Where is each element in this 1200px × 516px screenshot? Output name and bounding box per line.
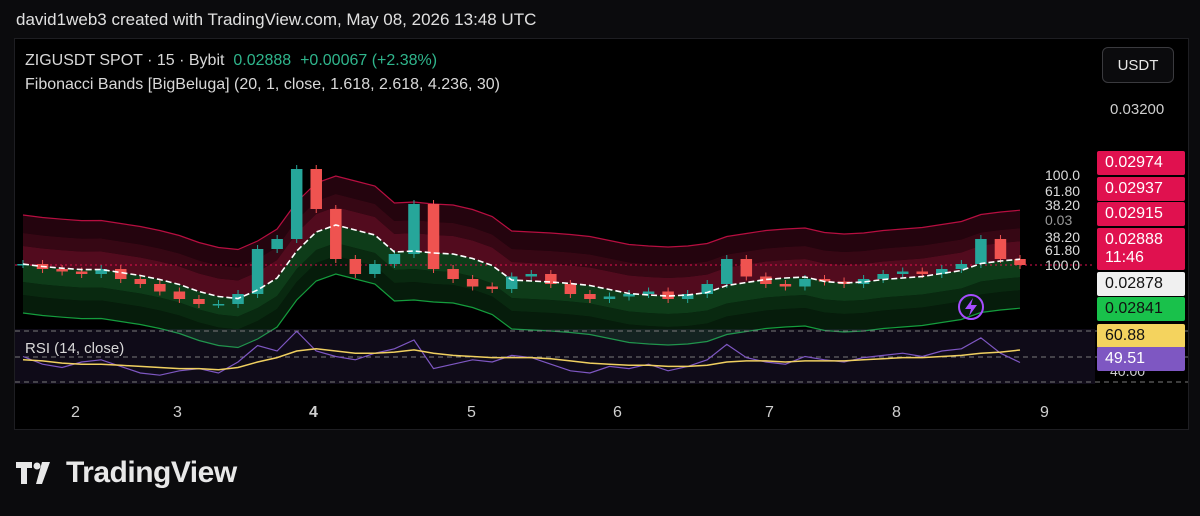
candle-body (56, 269, 68, 272)
candle-body (349, 259, 362, 274)
candle-body (75, 271, 88, 274)
candle-body (994, 239, 1007, 259)
last-price: 0.02888 (233, 52, 292, 69)
candle-body (154, 284, 166, 292)
brand-footer: TradingView (16, 456, 237, 490)
candle (251, 245, 264, 298)
price-tag: 0.02878 (1097, 272, 1185, 296)
candle-body (740, 259, 753, 277)
band-level-label: 38.20 (1045, 197, 1080, 213)
chart-canvas[interactable]: 0.032000.03100100.061.8038.200.0338.2061… (15, 39, 1188, 429)
candle-body (779, 284, 792, 287)
candle (427, 200, 440, 273)
candle-body (388, 254, 401, 264)
time-axis-label: 2 (71, 404, 80, 421)
price-tag: 0.02974 (1097, 151, 1185, 175)
price-tag: 49.51 (1097, 347, 1185, 371)
band-level-label: 0.03 (1045, 212, 1072, 228)
candle-body (505, 276, 518, 289)
candle-body (466, 279, 479, 287)
symbol-name[interactable]: ZIGUSDT SPOT · 15 · Bybit (25, 52, 224, 69)
price-tag: 11:46 (1097, 246, 1185, 270)
price-tag: 0.02915 (1097, 202, 1185, 226)
candle-body (193, 299, 205, 304)
candle-body (271, 239, 283, 249)
price-change: +0.00067 (+2.38%) (300, 52, 438, 69)
candle-body (447, 269, 459, 279)
candle-body (721, 259, 733, 284)
brand-name: TradingView (66, 456, 237, 489)
candle-body (975, 239, 987, 264)
candle-body (173, 291, 186, 299)
candle-body (310, 169, 322, 209)
candle (408, 200, 420, 258)
chart-attribution: david1web3 created with TradingView.com,… (16, 10, 537, 29)
candle-body (290, 169, 303, 239)
chart-panel[interactable]: 0.032000.03100100.061.8038.200.0338.2061… (14, 38, 1189, 430)
indicator-legend[interactable]: Fibonacci Bands [BigBeluga] (20, 1, clos… (25, 76, 500, 94)
candle (290, 165, 303, 243)
band-level-label: 100.0 (1045, 167, 1080, 183)
candle-body (896, 271, 909, 274)
band-level-label: 100.0 (1045, 257, 1080, 273)
candle (330, 205, 342, 263)
time-axis-label: 7 (765, 404, 774, 421)
candle (310, 165, 322, 213)
price-tag: 60.88 (1097, 324, 1185, 348)
time-axis-label: 6 (613, 404, 622, 421)
candle-body (525, 274, 538, 277)
candle-body (408, 204, 420, 254)
candle-body (916, 271, 929, 274)
time-axis-label: 5 (467, 404, 476, 421)
candle (994, 235, 1007, 263)
time-axis-label: 8 (892, 404, 901, 421)
band-level-label: 61.80 (1045, 242, 1080, 258)
currency-button[interactable]: USDT (1102, 47, 1174, 83)
candle-body (584, 294, 596, 299)
time-axis-label: 4 (309, 404, 318, 421)
candle-body (427, 204, 440, 269)
candle-body (212, 304, 225, 306)
candle-body (134, 279, 147, 284)
candle-body (603, 296, 616, 299)
tradingview-logo-icon (16, 462, 50, 484)
symbol-legend: ZIGUSDT SPOT · 15 · Bybit 0.02888 +0.000… (25, 52, 437, 70)
time-axis-label: 3 (173, 404, 182, 421)
candle-body (877, 274, 889, 279)
candle-body (330, 209, 342, 259)
candle-body (799, 279, 811, 287)
fibonacci-bands (22, 175, 1021, 349)
time-axis-label: 9 (1040, 404, 1049, 421)
price-tag: 0.02841 (1097, 297, 1185, 321)
price-axis-label: 0.03200 (1110, 101, 1164, 118)
candle-body (114, 269, 127, 279)
candle-body (564, 284, 577, 294)
candle-body (369, 264, 381, 274)
candle-body (642, 291, 655, 294)
candle (721, 255, 733, 288)
rsi-legend: RSI (14, close) (25, 340, 124, 357)
candle-body (486, 286, 498, 289)
price-tag: 0.02937 (1097, 177, 1185, 201)
